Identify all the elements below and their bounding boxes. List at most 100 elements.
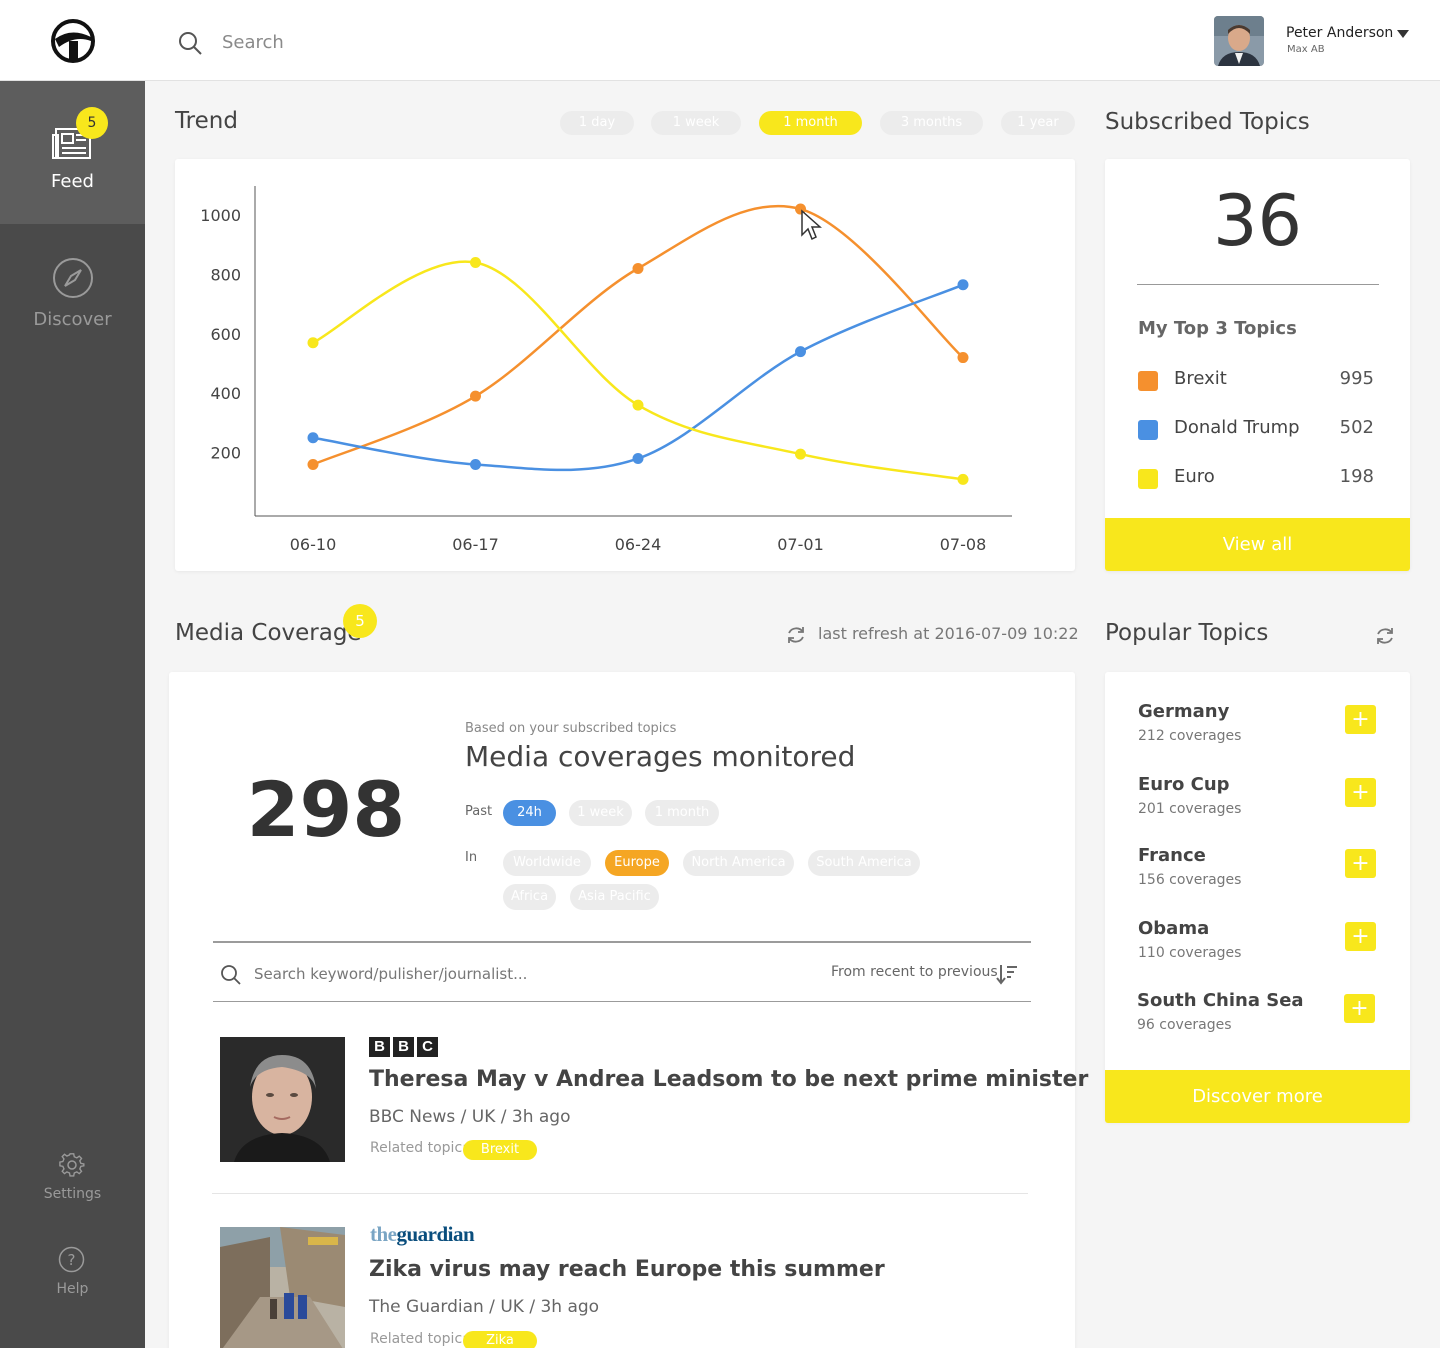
user-company: Max AB xyxy=(1287,44,1325,55)
sidebar-item-label: Settings xyxy=(43,1186,102,1202)
sidebar-item-label: Discover xyxy=(33,309,112,330)
feed-badge: 5 xyxy=(76,107,108,139)
gear-icon xyxy=(59,1153,85,1177)
divider xyxy=(213,1001,1031,1002)
series-line xyxy=(312,283,964,472)
app-logo[interactable] xyxy=(51,19,95,63)
past-1-month-chip[interactable]: 1 month xyxy=(645,800,719,826)
data-point xyxy=(307,458,319,470)
top-topic-name: Brexit xyxy=(1174,368,1227,389)
discover-more-button[interactable]: Discover more xyxy=(1105,1070,1410,1123)
popular-topic-name: Euro Cup xyxy=(1138,774,1230,795)
top-topic-row[interactable]: Donald Trump 502 xyxy=(1138,417,1374,441)
data-point xyxy=(957,279,969,291)
popular-topic-item[interactable]: Obama 110 coverages + xyxy=(1105,918,1410,974)
subscribed-count: 36 xyxy=(1212,180,1303,262)
region-africa-chip[interactable]: Africa xyxy=(503,884,556,910)
coverage-subtitle: Based on your subscribed topics xyxy=(465,721,677,736)
data-point xyxy=(470,390,481,402)
popular-topic-name: France xyxy=(1138,845,1206,866)
past-24h-chip[interactable]: 24h xyxy=(503,800,556,826)
search-input[interactable] xyxy=(222,28,722,56)
svg-text:?: ? xyxy=(68,1251,76,1269)
topic-tag[interactable]: Zika xyxy=(463,1331,537,1348)
data-point xyxy=(632,399,644,411)
data-point xyxy=(632,262,644,274)
add-topic-button[interactable]: + xyxy=(1345,778,1376,807)
article-thumbnail[interactable] xyxy=(220,1037,345,1162)
range-1-day[interactable]: 1 day xyxy=(560,111,634,135)
article-headline[interactable]: Zika virus may reach Europe this summer xyxy=(369,1257,885,1282)
sidebar-item-discover[interactable]: Discover xyxy=(0,224,145,344)
avatar[interactable] xyxy=(1214,16,1264,66)
related-topic-label: Related topic: xyxy=(370,1140,467,1156)
region-worldwide-chip[interactable]: Worldwide xyxy=(503,850,591,876)
y-tick-label: 800 xyxy=(210,265,241,284)
add-topic-button[interactable]: + xyxy=(1345,849,1376,878)
top-topic-row[interactable]: Brexit 995 xyxy=(1138,368,1374,392)
view-all-button[interactable]: View all xyxy=(1105,518,1410,571)
sidebar-item-feed[interactable]: 5 Feed xyxy=(0,81,145,224)
sort-icon[interactable] xyxy=(996,963,1018,985)
data-point xyxy=(957,352,969,364)
add-topic-button[interactable]: + xyxy=(1345,705,1376,734)
past-1-week-chip[interactable]: 1 week xyxy=(569,800,632,826)
popular-topic-item[interactable]: Euro Cup 201 coverages + xyxy=(1105,774,1410,830)
add-topic-button[interactable]: + xyxy=(1344,994,1375,1023)
popular-topic-item[interactable]: Germany 212 coverages + xyxy=(1105,701,1410,757)
article-meta: BBC News / UK / 3h ago xyxy=(369,1107,571,1127)
refresh-icon[interactable] xyxy=(1374,625,1396,647)
article-meta: The Guardian / UK / 3h ago xyxy=(369,1297,600,1317)
top-topic-value: 502 xyxy=(1339,417,1374,438)
popular-topic-item[interactable]: France 156 coverages + xyxy=(1105,845,1410,901)
range-1-year[interactable]: 1 year xyxy=(1001,111,1075,135)
trend-chart: 200 400 600 800 1000 06-10 06-17 06-24 07-01 07-0… xyxy=(200,186,1012,554)
region-europe-chip[interactable]: Europe xyxy=(605,850,669,876)
color-swatch xyxy=(1138,469,1158,489)
region-asia-pacific-chip[interactable]: Asia Pacific xyxy=(570,884,659,910)
article-thumbnail[interactable] xyxy=(220,1227,345,1348)
top-bar: Peter Anderson Max AB xyxy=(0,0,1440,81)
popular-topic-name: Germany xyxy=(1138,701,1230,722)
range-3-months[interactable]: 3 months xyxy=(880,111,983,135)
data-point xyxy=(957,473,969,485)
in-label: In xyxy=(465,850,478,865)
subscribed-title: Subscribed Topics xyxy=(1105,109,1310,135)
related-topic-label: Related topic: xyxy=(370,1331,467,1347)
top-topic-name: Euro xyxy=(1174,466,1215,487)
popular-topic-count: 212 coverages xyxy=(1138,728,1242,744)
range-1-week[interactable]: 1 week xyxy=(651,111,741,135)
past-label: Past xyxy=(465,804,493,819)
topic-tag[interactable]: Brexit xyxy=(463,1140,537,1160)
article-headline[interactable]: Theresa May v Andrea Leadsom to be next … xyxy=(369,1067,1088,1092)
coverage-search-input[interactable] xyxy=(254,962,754,986)
sort-label[interactable]: From recent to previous xyxy=(831,964,998,980)
region-south-america-chip[interactable]: South America xyxy=(808,850,920,876)
popular-topic-count: 156 coverages xyxy=(1138,872,1242,888)
popular-topic-count: 110 coverages xyxy=(1138,945,1242,961)
add-topic-button[interactable]: + xyxy=(1345,922,1376,951)
popular-topic-item[interactable]: South China Sea 96 coverages + xyxy=(1105,990,1410,1046)
refresh-icon[interactable] xyxy=(785,624,807,646)
top-topics-title: My Top 3 Topics xyxy=(1138,318,1297,339)
data-point xyxy=(307,337,319,349)
x-tick-label: 06-10 xyxy=(290,535,337,554)
popular-topics-title: Popular Topics xyxy=(1105,620,1269,646)
sidebar: 5 Feed Discover Settings ? Help xyxy=(0,81,145,1348)
top-topic-name: Donald Trump xyxy=(1174,417,1300,438)
chevron-down-icon[interactable] xyxy=(1397,30,1409,38)
series-line xyxy=(312,260,964,481)
color-swatch xyxy=(1138,371,1158,391)
sidebar-item-help[interactable]: ? Help xyxy=(0,1244,145,1308)
search-icon[interactable] xyxy=(220,964,241,985)
user-name[interactable]: Peter Anderson xyxy=(1286,25,1393,41)
range-1-month[interactable]: 1 month xyxy=(759,111,862,135)
data-point xyxy=(632,453,644,465)
region-north-america-chip[interactable]: North America xyxy=(683,850,794,876)
sidebar-item-settings[interactable]: Settings xyxy=(0,1149,145,1213)
color-swatch xyxy=(1138,420,1158,440)
search-icon[interactable] xyxy=(177,30,203,56)
top-topic-row[interactable]: Euro 198 xyxy=(1138,466,1374,490)
data-point xyxy=(470,458,481,470)
last-refresh-text: last refresh at 2016-07-09 10:22 xyxy=(818,624,1079,643)
